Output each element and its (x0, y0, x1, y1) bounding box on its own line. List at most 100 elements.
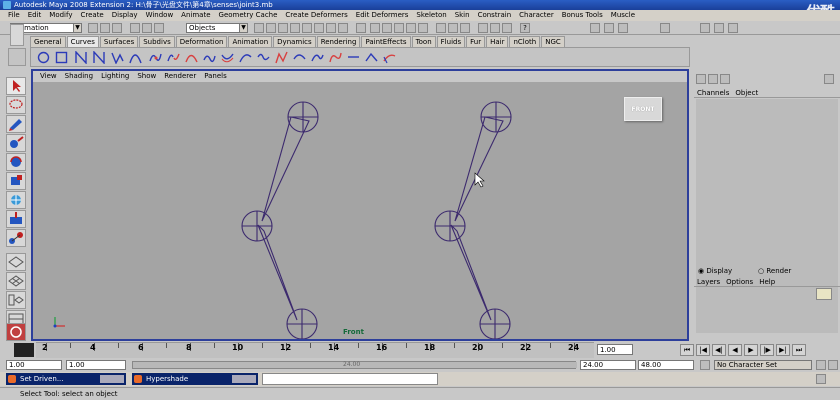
straighten-curve-icon[interactable] (365, 51, 378, 64)
shelf-tab-dynamics[interactable]: Dynamics (273, 36, 316, 47)
pencil-curve-tool-icon[interactable] (111, 51, 124, 64)
new-scene-icon[interactable] (88, 23, 98, 33)
insert-knot-icon[interactable] (185, 51, 198, 64)
current-time-marker[interactable] (14, 343, 34, 357)
toggle-panel-icon[interactable] (700, 23, 710, 33)
front-viewport[interactable] (33, 82, 687, 340)
shelf-tab-rendering[interactable]: Rendering (316, 36, 361, 47)
menu-skin[interactable]: Skin (451, 10, 474, 21)
joint-left-hip[interactable] (287, 101, 319, 133)
select-hierarchy-icon[interactable] (130, 23, 140, 33)
reverse-curve-icon[interactable] (239, 51, 252, 64)
radio-display[interactable]: ◉ Display (698, 266, 732, 276)
bend-curve-icon[interactable] (329, 51, 342, 64)
go-to-start-icon[interactable]: ⏮ (680, 344, 694, 356)
menu-window[interactable]: Window (142, 10, 178, 21)
attribute-spread-icon[interactable] (708, 74, 718, 84)
shelf-tab-deformation[interactable]: Deformation (175, 36, 228, 47)
joint-right-hip[interactable] (480, 101, 512, 133)
extend-curve-icon[interactable] (203, 51, 216, 64)
joint-right-ankle[interactable] (479, 308, 511, 340)
detach-curves-icon[interactable] (167, 51, 180, 64)
end-time-field[interactable]: 48.00 (638, 360, 694, 370)
hypershade-layout-icon[interactable] (6, 323, 26, 341)
script-editor-icon[interactable] (816, 374, 826, 384)
show-tool-settings-icon[interactable] (604, 23, 614, 33)
lock-selection-icon[interactable] (356, 23, 366, 33)
menu-animate[interactable]: Animate (177, 10, 214, 21)
range-bar[interactable]: 24.00 (132, 361, 577, 369)
hypershade-window[interactable]: Hypershade (132, 373, 258, 385)
shelf-tab-curves[interactable]: Curves (66, 36, 99, 47)
ipr-render-icon[interactable] (490, 23, 500, 33)
render-frame-icon[interactable] (478, 23, 488, 33)
offset-curve-icon[interactable] (221, 51, 234, 64)
channel-menu-object[interactable]: Object (732, 88, 761, 97)
four-view-layout-icon[interactable] (6, 272, 26, 290)
numeric-input-icon[interactable] (660, 23, 670, 33)
shelf-tab-options-button[interactable] (10, 24, 24, 46)
input-ops-icon[interactable] (448, 23, 458, 33)
auto-key-icon[interactable] (816, 360, 826, 370)
joint-left-ankle[interactable] (286, 308, 318, 340)
make-live-icon[interactable] (418, 23, 428, 33)
shelf-tab-painteffects[interactable]: PaintEffects (361, 36, 411, 47)
scale-curvature-icon[interactable] (347, 51, 360, 64)
rebuild-curve-icon[interactable] (257, 51, 270, 64)
smooth-curve-icon[interactable] (293, 51, 306, 64)
mask-misc-icon[interactable] (338, 23, 348, 33)
menu-muscle[interactable]: Muscle (607, 10, 639, 21)
layer-menu-layers[interactable]: Layers (694, 277, 723, 286)
shelf-tab-general[interactable]: General (30, 36, 66, 47)
shelf-tab-fur[interactable]: Fur (466, 36, 486, 47)
menu-skeleton[interactable]: Skeleton (412, 10, 450, 21)
panel-menu-show[interactable]: Show (133, 71, 160, 82)
panel-menu-renderer[interactable]: Renderer (160, 71, 200, 82)
channel-box-icon[interactable] (696, 74, 706, 84)
select-object-icon[interactable] (142, 23, 152, 33)
joint-right-knee[interactable] (434, 210, 466, 242)
character-set-icon[interactable] (700, 360, 710, 370)
mask-deformations-icon[interactable] (302, 23, 312, 33)
menu-create[interactable]: Create (76, 10, 107, 21)
mask-joints-icon[interactable] (266, 23, 276, 33)
create-layer-button[interactable] (816, 288, 832, 300)
curl-curve-icon[interactable] (311, 51, 324, 64)
shelf-tab-toon[interactable]: Toon (411, 36, 436, 47)
menu-edit[interactable]: Edit (24, 10, 46, 21)
layer-menu-options[interactable]: Options (723, 277, 756, 286)
window-controls[interactable] (100, 375, 124, 383)
mask-dynamics-icon[interactable] (314, 23, 324, 33)
open-scene-icon[interactable] (100, 23, 110, 33)
menu-modify[interactable]: Modify (45, 10, 76, 21)
snap-point-icon[interactable] (394, 23, 404, 33)
single-perspective-layout-icon[interactable] (6, 253, 26, 271)
arc-tool-icon[interactable] (129, 51, 142, 64)
move-tool-icon[interactable] (6, 134, 26, 152)
menu-character[interactable]: Character (515, 10, 558, 21)
step-forward-frame-icon[interactable]: ▶| (776, 344, 790, 356)
show-manipulator-tool-icon[interactable] (6, 229, 26, 247)
command-line-input[interactable] (262, 373, 438, 385)
output-ops-icon[interactable] (460, 23, 470, 33)
menu-file[interactable]: File (4, 10, 24, 21)
channel-options-icon[interactable] (720, 74, 730, 84)
shelf-tab-animation[interactable]: Animation (228, 36, 273, 47)
square-curve-icon[interactable] (55, 51, 68, 64)
circle-curve-icon[interactable] (37, 51, 50, 64)
show-attribute-editor-icon[interactable] (590, 23, 600, 33)
shelf-menu-button[interactable] (8, 48, 26, 66)
render-settings-icon[interactable] (502, 23, 512, 33)
snap-plane-icon[interactable] (406, 23, 416, 33)
close-panel-icon[interactable] (824, 74, 834, 84)
start-time-field[interactable]: 1.00 (6, 360, 62, 370)
playback-start-field[interactable]: 1.00 (66, 360, 126, 370)
play-forwards-icon[interactable]: ▶ (744, 344, 758, 356)
duplicate-surface-curves-icon[interactable] (383, 51, 396, 64)
current-frame-field[interactable]: 1.00 (597, 344, 633, 355)
channel-menu-channels[interactable]: Channels (694, 88, 732, 97)
go-to-end-icon[interactable]: ⏭ (792, 344, 806, 356)
menu-display[interactable]: Display (108, 10, 142, 21)
snap-grid-icon[interactable] (370, 23, 380, 33)
mask-surfaces-icon[interactable] (290, 23, 300, 33)
